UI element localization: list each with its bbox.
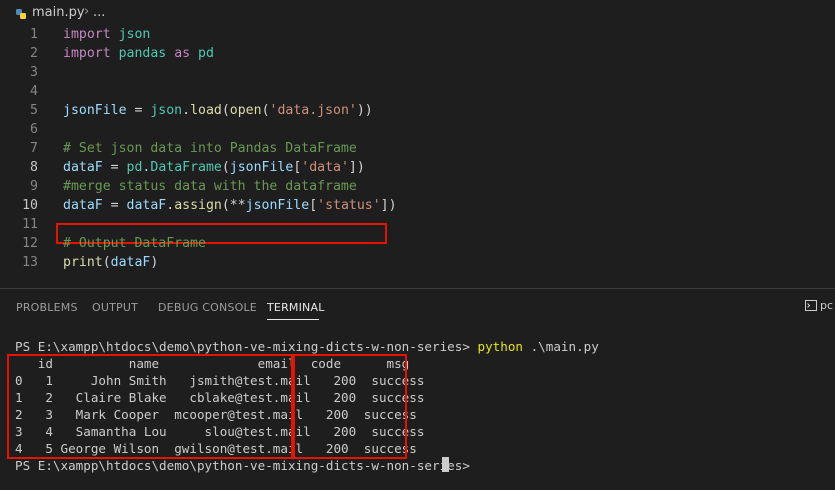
terminal-shell-icon[interactable] [805, 300, 817, 311]
breadcrumb-file[interactable]: main.py [32, 5, 85, 20]
code-token: ( [102, 255, 111, 270]
code-token: dataF [110, 255, 151, 270]
code-token: jsonFile [245, 198, 310, 213]
code-token: = [102, 160, 127, 175]
tab-output[interactable]: OUTPUT [92, 301, 138, 314]
breadcrumb: main.py › ... [0, 0, 835, 26]
line-number: 5 [30, 103, 38, 118]
code-line[interactable]: 4 [0, 83, 835, 102]
code-token: pd [198, 46, 214, 61]
code-token: dataF [63, 198, 103, 213]
code-token: print [63, 255, 103, 270]
terminal-output[interactable]: PS E:\xampp\htdocs\demo\python-ve-mixing… [0, 323, 835, 490]
tab-debug-console[interactable]: DEBUG CONSOLE [158, 301, 257, 314]
code-token: open [229, 103, 262, 118]
breadcrumb-separator: › [84, 4, 90, 19]
highlight-box-status-columns [293, 354, 407, 459]
code-editor[interactable]: 1 import json 2 import pandas as pd 3 4 5 jsonF… [0, 26, 835, 284]
line-number: 10 [22, 198, 38, 213]
code-text: import pandas as pd [63, 46, 214, 61]
line-number: 11 [22, 217, 38, 232]
code-token: jsonFile [229, 160, 294, 175]
line-number: 8 [30, 160, 38, 175]
code-token: . [166, 198, 175, 213]
line-number: 4 [30, 84, 38, 99]
tab-terminal[interactable]: TERMINAL [267, 301, 325, 314]
code-text: # Set json data into Pandas DataFrame [63, 141, 357, 156]
line-number: 6 [30, 122, 38, 137]
code-line[interactable]: 2 import pandas as pd [0, 45, 835, 64]
code-token: ]) [380, 198, 397, 213]
code-token: DataFrame [150, 160, 222, 175]
code-token: = [126, 103, 151, 118]
code-token: #merge status data with the dataframe [63, 179, 357, 194]
code-token: 'status' [317, 198, 381, 213]
code-token: json [118, 27, 151, 42]
code-token: # Set json data into Pandas DataFrame [63, 141, 357, 156]
line-number: 13 [22, 255, 38, 270]
code-token: dataF [126, 198, 167, 213]
code-line[interactable]: 5 jsonFile = json.load(open('data.json')) [0, 102, 835, 121]
code-line[interactable]: 3 [0, 64, 835, 83]
code-text: dataF = pd.DataFrame(jsonFile['data']) [63, 160, 365, 175]
code-token: dataF [63, 160, 103, 175]
code-line[interactable]: 9 #merge status data with the dataframe [0, 178, 835, 197]
code-line[interactable]: 7 # Set json data into Pandas DataFrame [0, 140, 835, 159]
terminal-shell-label[interactable]: pc [820, 299, 833, 312]
code-token: ]) [348, 160, 365, 175]
code-token: jsonFile [63, 103, 127, 118]
code-text: #merge status data with the dataframe [63, 179, 357, 194]
code-line[interactable]: 1 import json [0, 26, 835, 45]
code-line[interactable]: 10 dataF = dataF.assign(**jsonFile['statu… [0, 197, 835, 216]
breadcrumb-symbol[interactable]: ... [93, 5, 105, 20]
line-number: 12 [22, 236, 38, 251]
highlight-box-data-columns [7, 354, 293, 459]
code-line[interactable]: 8 dataF = pd.DataFrame(jsonFile['data']) [0, 159, 835, 178]
tab-problems[interactable]: PROBLEMS [16, 301, 78, 314]
code-token: json [150, 103, 183, 118]
code-token: # Output DataFrame [63, 236, 206, 251]
code-token: pandas [118, 46, 167, 61]
code-text: # Output DataFrame [63, 236, 206, 251]
line-number: 7 [30, 141, 38, 156]
code-token: import [63, 27, 111, 42]
terminal-final-prompt: PS E:\xampp\htdocs\demo\python-ve-mixing… [15, 458, 470, 473]
line-number: 1 [30, 27, 38, 42]
code-token: load [190, 103, 222, 118]
code-token: )) [356, 103, 373, 118]
code-token: ) [150, 255, 159, 270]
code-token: assign [174, 198, 222, 213]
code-token: ( [261, 103, 270, 118]
code-token: as [174, 46, 191, 61]
python-file-icon [16, 9, 26, 19]
code-text: print(dataF) [63, 255, 158, 270]
panel-tabs: PROBLEMS OUTPUT DEBUG CONSOLE TERMINAL p… [0, 289, 835, 323]
line-number: 3 [30, 65, 38, 80]
line-number: 2 [30, 46, 38, 61]
code-text: import json [63, 27, 150, 42]
code-token: (** [221, 198, 246, 213]
code-token: [ [309, 198, 318, 213]
code-line[interactable]: 13 print(dataF) [0, 254, 835, 273]
code-text: jsonFile = json.load(open('data.json')) [63, 103, 373, 118]
code-text: dataF = dataF.assign(**jsonFile['status'… [63, 198, 397, 213]
code-token: pd [126, 160, 143, 175]
code-line[interactable]: 11 [0, 216, 835, 235]
code-token: ( [221, 103, 230, 118]
active-tab-indicator [267, 319, 319, 320]
code-token: import [63, 46, 111, 61]
code-token: ( [221, 160, 230, 175]
code-token: = [102, 198, 127, 213]
code-line[interactable]: 12 # Output DataFrame [0, 235, 835, 254]
code-token: . [182, 103, 191, 118]
code-line[interactable]: 6 [0, 121, 835, 140]
terminal-cursor [442, 457, 449, 472]
line-number: 9 [30, 179, 38, 194]
code-token: 'data' [301, 160, 349, 175]
code-token: 'data.json' [269, 103, 357, 118]
